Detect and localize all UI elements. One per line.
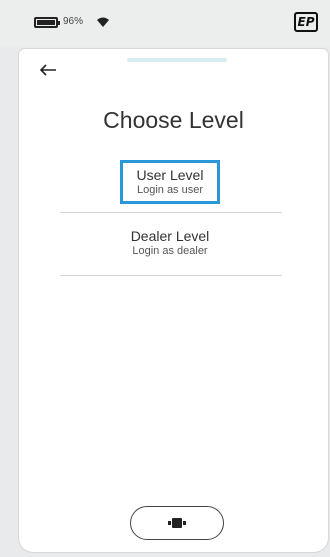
option-title: User Level bbox=[136, 167, 204, 183]
battery-icon bbox=[34, 17, 60, 28]
divider bbox=[60, 212, 282, 213]
home-indicator-icon bbox=[168, 518, 186, 528]
ep-logo: EP bbox=[294, 12, 318, 32]
battery-percentage: 96% bbox=[63, 16, 84, 27]
wifi-icon bbox=[97, 17, 109, 27]
home-button[interactable] bbox=[130, 506, 224, 540]
option-subtitle: Login as user bbox=[136, 184, 204, 196]
top-handle bbox=[127, 58, 227, 62]
status-bar: 96% EP bbox=[0, 0, 330, 46]
option-dealer-level[interactable]: Dealer Level Login as dealer bbox=[60, 216, 282, 276]
page-title: Choose Level bbox=[103, 107, 244, 133]
selection-highlight: User Level Login as user bbox=[120, 160, 220, 204]
app-screen: Choose Level User Level Login as user De… bbox=[19, 49, 328, 552]
arrow-left-icon bbox=[39, 64, 56, 76]
option-title: Dealer Level bbox=[130, 228, 210, 244]
option-label-group: Dealer Level Login as dealer bbox=[120, 224, 220, 264]
back-button[interactable] bbox=[39, 62, 61, 80]
option-user-level[interactable]: User Level Login as user bbox=[60, 153, 282, 213]
option-subtitle: Login as dealer bbox=[132, 245, 208, 257]
divider bbox=[60, 275, 282, 276]
